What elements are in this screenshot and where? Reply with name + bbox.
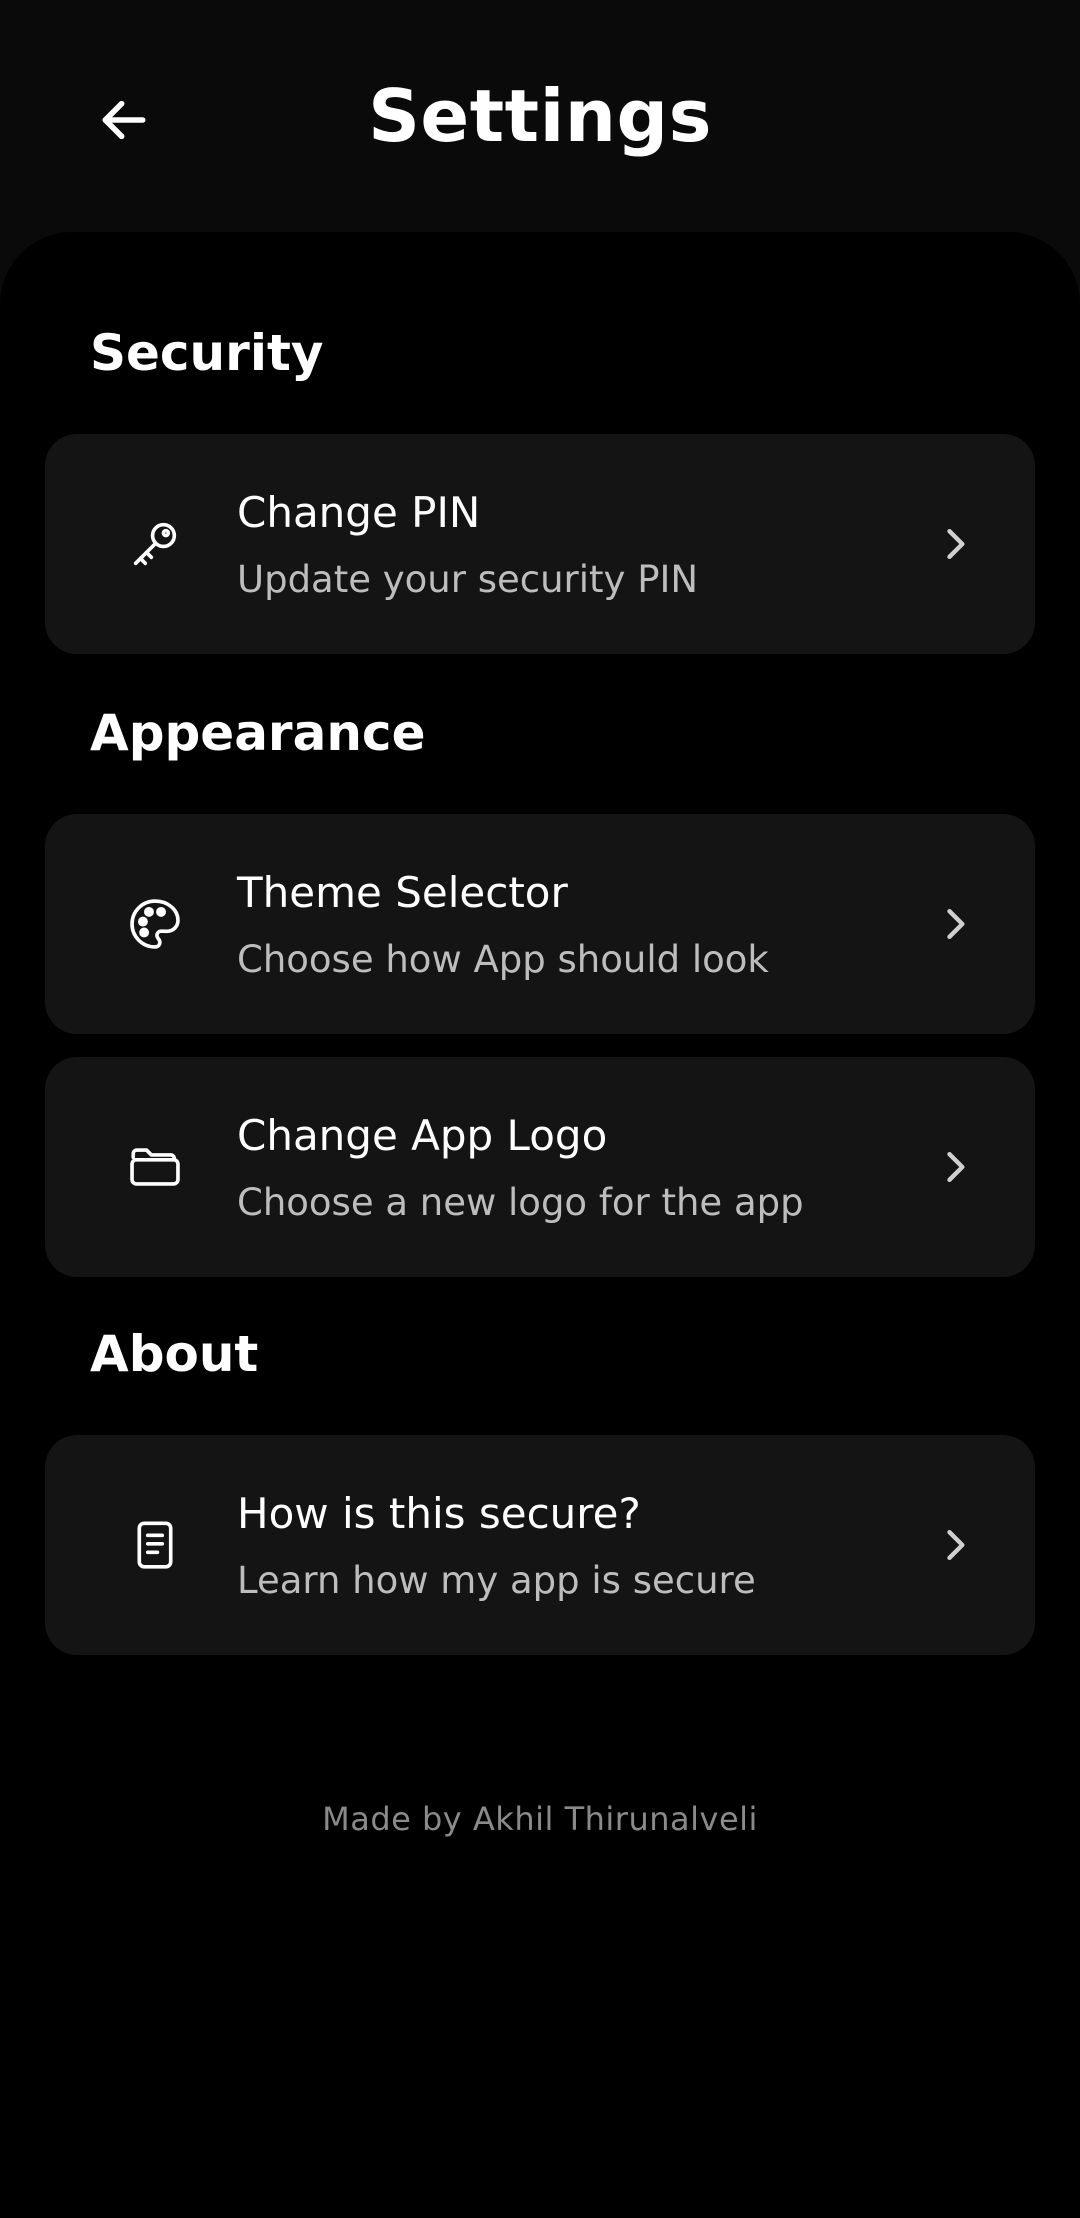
- page-title: Settings: [368, 74, 712, 158]
- setting-item-title: Change PIN: [237, 488, 481, 537]
- setting-item-how-secure[interactable]: How is this secure? Learn how my app is …: [45, 1435, 1035, 1655]
- chevron-right-icon: [925, 1515, 985, 1575]
- setting-item-title: How is this secure?: [237, 1489, 641, 1538]
- setting-item-title: Theme Selector: [237, 868, 568, 917]
- setting-item-title: Change App Logo: [237, 1111, 608, 1160]
- setting-item-subtitle: Choose a new logo for the app: [237, 1181, 804, 1224]
- setting-item-subtitle: Update your security PIN: [237, 558, 699, 601]
- document-icon: [115, 1505, 195, 1585]
- setting-item-change-app-logo[interactable]: Change App Logo Choose a new logo for th…: [45, 1057, 1035, 1277]
- setting-item-subtitle: Learn how my app is secure: [237, 1559, 756, 1602]
- footer-credit: Made by Akhil Thirunalveli: [322, 1800, 758, 1838]
- chevron-right-icon: [925, 894, 985, 954]
- palette-icon: [115, 884, 195, 964]
- setting-item-theme-selector[interactable]: Theme Selector Choose how App should loo…: [45, 814, 1035, 1034]
- section-title-about: About: [90, 1325, 259, 1383]
- app-header: Settings: [0, 0, 1080, 240]
- settings-content: Security Change PIN Update your security…: [0, 232, 1080, 2218]
- chevron-right-icon: [925, 514, 985, 574]
- setting-item-subtitle: Choose how App should look: [237, 938, 769, 981]
- folder-icon: [115, 1127, 195, 1207]
- section-title-appearance: Appearance: [90, 704, 426, 762]
- section-title-security: Security: [90, 324, 324, 382]
- chevron-right-icon: [925, 1137, 985, 1197]
- setting-item-change-pin[interactable]: Change PIN Update your security PIN: [45, 434, 1035, 654]
- key-icon: [115, 504, 195, 584]
